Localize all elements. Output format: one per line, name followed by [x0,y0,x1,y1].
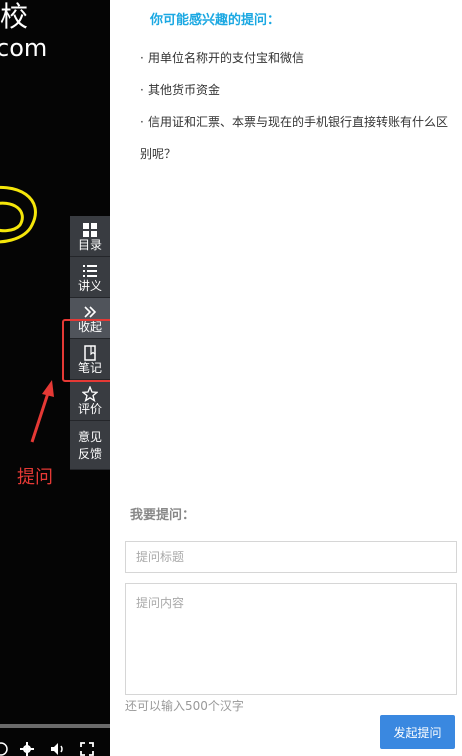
video-controls [0,740,110,756]
grid-icon [70,216,110,238]
ask-question-label: 我要提问： [130,508,196,523]
video-logo-icon [0,170,50,264]
fullscreen-icon[interactable] [80,742,96,756]
question-text[interactable]: 用单位名称开的支付宝和微信 [148,51,304,65]
question-link[interactable]: · 用单位名称开的支付宝和微信 [140,42,458,74]
annotation-arrow-icon [28,378,58,448]
settings-icon[interactable] [20,742,36,756]
toolbar-item-label: 评价 [77,402,102,416]
double-chevron-right-icon [70,298,110,320]
toolbar-item-catalog[interactable]: 目录 [70,216,110,257]
video-watermark-title: 网校 [0,0,29,33]
question-content-textarea[interactable] [125,583,457,695]
toolbar-item-label: 讲义 [77,279,102,293]
pause-icon[interactable] [0,742,10,756]
video-progress-bar[interactable] [0,724,110,728]
bullet-icon: · [140,115,144,129]
toolbar-item-review[interactable]: 评价 [70,380,110,421]
volume-icon[interactable] [50,742,66,756]
bullet-icon: · [140,51,144,65]
question-title-input[interactable] [125,541,457,573]
toolbar-item-feedback[interactable]: 意见 反馈 [70,421,110,470]
toolbar-item-label-line1: 意见 [77,430,102,444]
question-link[interactable]: · 其他货币资金 [140,74,458,106]
annotation-label: 提问 [17,467,53,488]
video-watermark-domain: com [0,34,48,62]
star-icon [70,380,110,403]
toolbar-item-label-line2: 反馈 [77,447,102,461]
question-link[interactable]: · 信用证和汇票、本票与现在的手机银行直接转账有什么区别呢？ [132,106,458,170]
char-limit-hint: 还可以输入500个汉字 [125,699,244,713]
submit-question-button[interactable]: 发起提问 [380,715,455,749]
toolbar-item-handout[interactable]: 讲义 [70,257,110,298]
highlight-box [62,319,114,382]
toolbar-item-label: 目录 [77,238,102,252]
question-text[interactable]: 其他货币资金 [148,83,220,97]
related-questions-list: · 用单位名称开的支付宝和微信 · 其他货币资金 · 信用证和汇票、本票与现在的手机银… [140,42,458,170]
related-questions-title: 你可能感兴趣的提问： [150,13,281,28]
bullet-icon: · [140,83,144,97]
question-text[interactable]: 信用证和汇票、本票与现在的手机银行直接转账有什么区别呢？ [140,115,448,161]
list-icon [70,257,110,279]
qa-panel: 你可能感兴趣的提问： · 用单位名称开的支付宝和微信 · 其他货币资金 · 信用证和汇… [110,0,462,756]
